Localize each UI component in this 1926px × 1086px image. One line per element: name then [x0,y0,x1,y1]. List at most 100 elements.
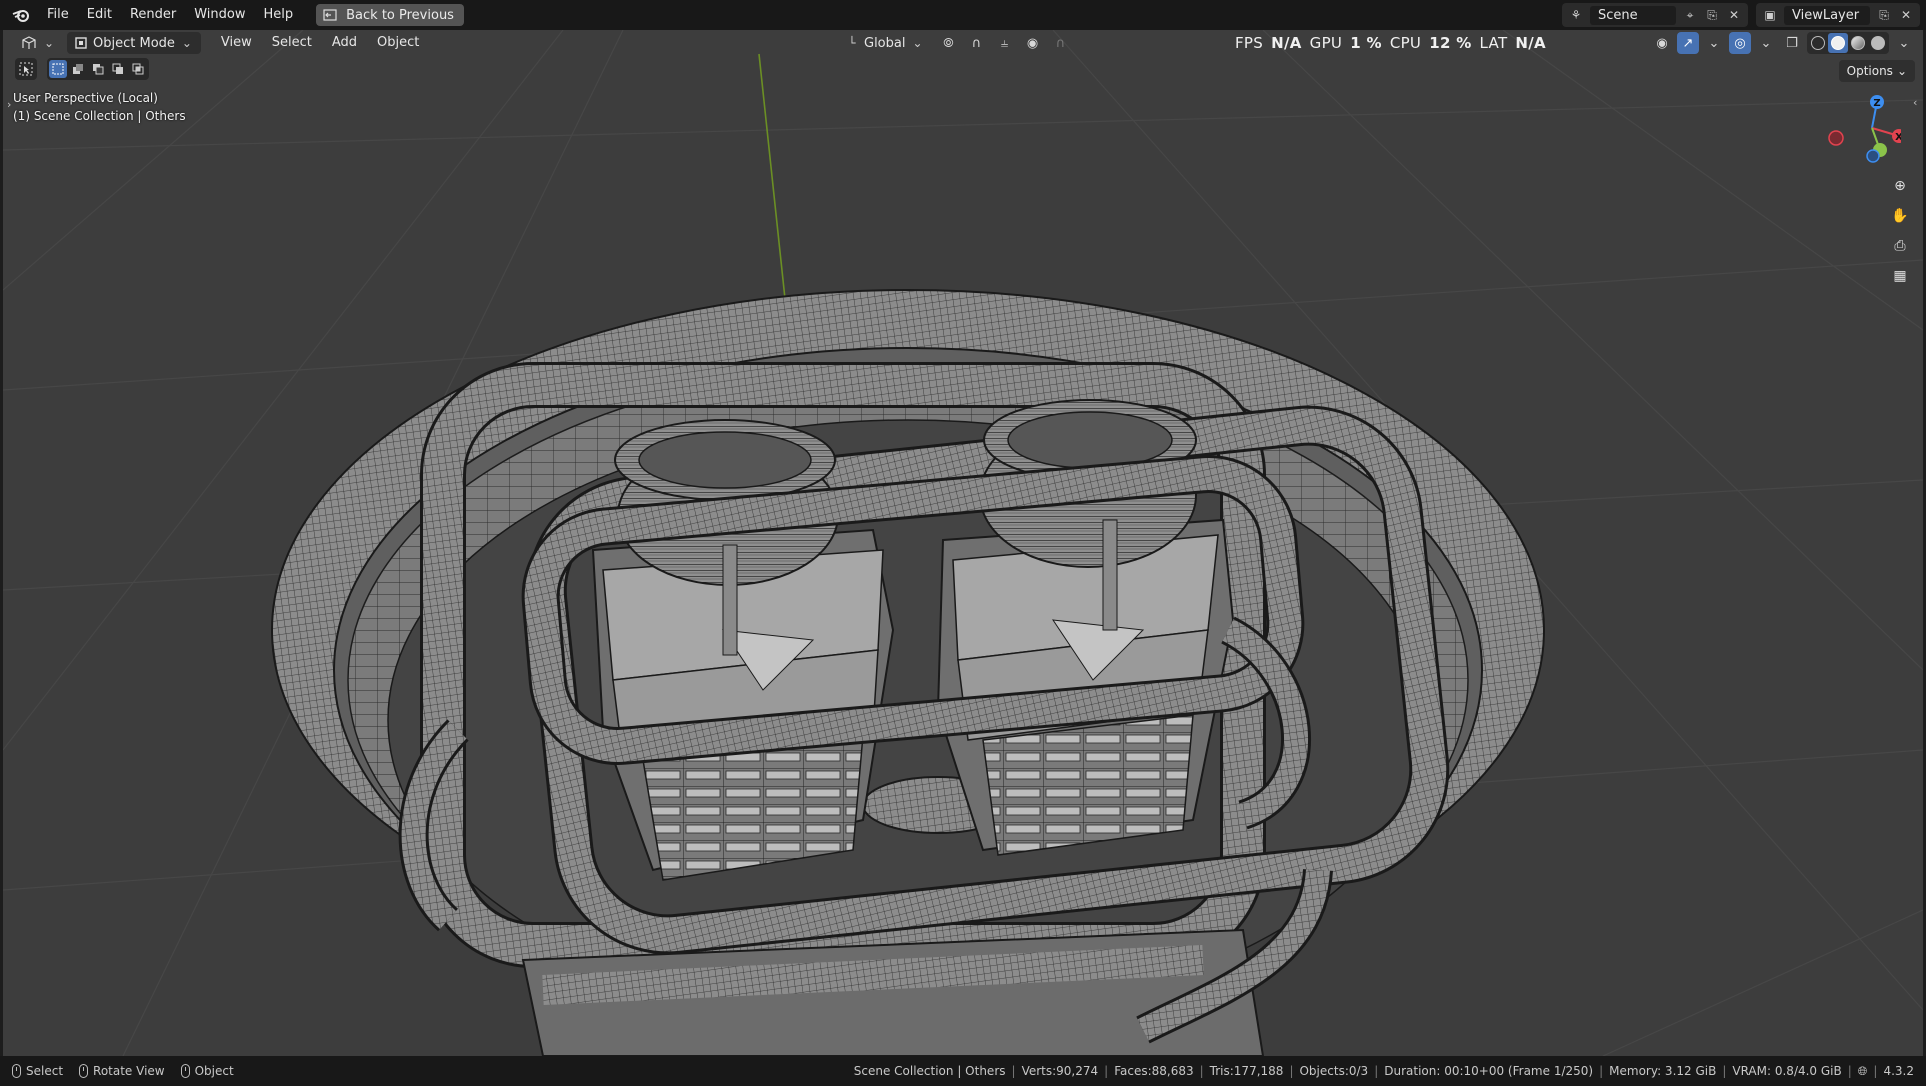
scene-selector[interactable]: ⚘ Scene ⌖ ⎘ ✕ [1562,3,1748,27]
chevron-down-icon[interactable]: ⌄ [1755,32,1777,54]
select-intersect-icon[interactable] [129,60,147,78]
pan-hand-icon[interactable]: ✋ [1887,203,1913,229]
select-subtract-icon[interactable] [89,60,107,78]
view-layer-icon[interactable]: ▣ [1762,7,1778,23]
status-verts: Verts:90,274 [1021,1064,1099,1078]
orientation-axes-icon: └ [848,36,856,50]
status-duration: Duration: 00:10+00 (Frame 1/250) [1384,1064,1594,1078]
view-collection-label: (1) Scene Collection | Others [13,109,186,123]
gizmo-neg-z-axis[interactable] [1866,149,1880,163]
chevron-down-icon: ⌄ [912,36,923,50]
wireframe-shading-icon[interactable] [1808,33,1828,53]
gpu-label: GPU [1309,34,1343,52]
options-label: Options [1846,64,1893,78]
scene-icon[interactable]: ⚘ [1568,7,1584,23]
object-mode-dropdown[interactable]: Object Mode ⌄ [67,32,201,54]
material-shading-icon[interactable] [1848,33,1868,53]
status-objects: Objects:0/3 [1299,1064,1369,1078]
camera-view-icon[interactable]: ⎙ [1887,233,1913,259]
proportional-editing-icon[interactable]: ◉ [1021,32,1043,54]
select-tool-button[interactable] [15,58,37,80]
menu-file[interactable]: File [38,0,78,30]
status-hint-rotate-label: Rotate View [93,1064,165,1078]
editor-type-button[interactable]: ⌄ [15,32,63,54]
cursor-select-icon [18,61,34,77]
rendered-shading-icon[interactable] [1868,33,1888,53]
back-to-previous-label: Back to Previous [346,7,454,23]
menu-select[interactable]: Select [262,30,322,56]
shading-mode-group [1807,32,1889,54]
mouse-right-icon [180,1064,190,1078]
object-mode-label: Object Mode [93,35,175,51]
cpu-label: CPU [1389,34,1422,52]
menu-add[interactable]: Add [322,30,367,56]
object-mode-icon [73,35,89,51]
status-bar: Select Rotate View Object Scene Collecti… [0,1056,1926,1086]
perspective-grid-icon[interactable]: ▦ [1887,263,1913,289]
visibility-icon[interactable]: ◉ [1651,32,1673,54]
scene-statistics: Scene Collection | Others | Verts:90,274 |… [853,1063,1914,1079]
zoom-icon[interactable]: ⊕ [1887,173,1913,199]
status-memory: Memory: 3.12 GiB [1609,1064,1717,1078]
selection-tools [15,58,149,80]
sidebar-expand-arrow-icon[interactable]: ‹ [1913,96,1917,109]
menu-edit[interactable]: Edit [78,0,121,30]
lat-label: LAT [1479,34,1508,52]
chevron-down-icon[interactable]: ⌄ [1893,32,1915,54]
new-view-layer-icon[interactable]: ⎘ [1876,7,1892,23]
selection-mode-group [47,58,149,80]
status-vram: VRAM: 0.8/4.0 GiB [1732,1064,1842,1078]
viewport-scene[interactable] [3,30,1923,1056]
status-tris: Tris:177,188 [1209,1064,1284,1078]
view-layer-name-field[interactable]: ViewLayer [1784,5,1870,25]
xray-toggle-icon[interactable]: ❐ [1781,32,1803,54]
status-hint-object-label: Object [194,1064,234,1078]
menu-render[interactable]: Render [121,0,185,30]
falloff-icon[interactable]: ∩ [1049,32,1071,54]
back-to-previous-button[interactable]: Back to Previous [316,4,464,26]
performance-stats: FPS N/A GPU 1 % CPU 12 % LAT N/A [1235,34,1546,52]
select-new-icon[interactable] [49,60,67,78]
menu-view[interactable]: View [211,30,262,56]
chevron-down-icon: ⌄ [1896,64,1907,78]
chevron-down-icon: ⌄ [181,36,192,50]
gizmo-toggle-icon[interactable]: ↗ [1677,32,1699,54]
overlay-toggle-icon[interactable]: ◎ [1729,32,1751,54]
select-extend-icon[interactable] [69,60,87,78]
3d-model[interactable] [271,289,1545,1056]
transform-orientation-label: Global [864,35,906,51]
fps-label: FPS [1235,34,1264,52]
toolbar-expand-arrow-icon[interactable]: › [7,98,11,111]
solid-shading-icon[interactable] [1828,33,1848,53]
transform-orientation-dropdown[interactable]: └ Global ⌄ [838,32,931,54]
status-hint-rotate: Rotate View [79,1064,165,1078]
back-icon [322,7,338,23]
mouse-left-icon [12,1064,21,1078]
new-scene-icon[interactable]: ⎘ [1704,7,1720,23]
select-invert-icon[interactable] [109,60,127,78]
delete-scene-icon[interactable]: ✕ [1726,7,1742,23]
chevron-down-icon[interactable]: ⌄ [1703,32,1725,54]
menu-window[interactable]: Window [185,0,254,30]
top-bar: File Edit Render Window Help Back to Pre… [0,0,1926,30]
delete-view-layer-icon[interactable]: ✕ [1898,7,1914,23]
mouse-middle-icon [79,1064,89,1078]
view-layer-selector[interactable]: ▣ ViewLayer ⎘ ✕ [1756,3,1920,27]
scene-name-field[interactable]: Scene [1590,5,1676,25]
gizmo-neg-x-axis[interactable] [1828,130,1844,146]
blender-logo-icon[interactable] [10,4,32,26]
lat-value: N/A [1515,34,1546,52]
menu-help[interactable]: Help [255,0,303,30]
navigation-gizmo[interactable]: Z X [1821,92,1901,172]
cpu-value: 12 % [1429,34,1472,52]
fps-value: N/A [1271,34,1302,52]
menu-object[interactable]: Object [367,30,429,56]
pivot-point-icon[interactable]: ⦾ [937,32,959,54]
view-info-overlay: User Perspective (Local) (1) Scene Colle… [13,89,186,125]
3d-viewport[interactable]: ⌄ Object Mode ⌄ View Select Add Object └… [3,30,1923,1056]
pin-icon[interactable]: ⌖ [1682,7,1698,23]
snap-target-icon[interactable]: ⫨ [993,32,1015,54]
gizmo-z-label: Z [1873,98,1880,109]
options-dropdown[interactable]: Options ⌄ [1838,60,1915,82]
snap-icon[interactable]: ∩ [965,32,987,54]
